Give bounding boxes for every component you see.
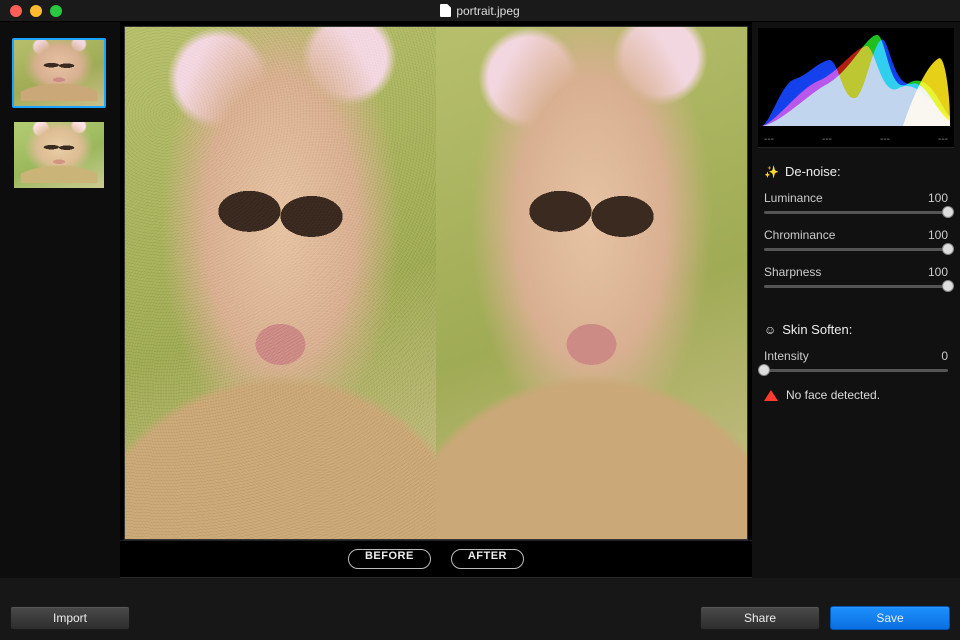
no-face-warning: No face detected. xyxy=(752,382,960,408)
sharpness-slider-row: Sharpness 100 xyxy=(752,261,960,298)
save-button[interactable]: Save xyxy=(830,606,950,630)
wand-icon: ✨ xyxy=(764,165,779,179)
after-button[interactable]: AFTER xyxy=(451,549,524,569)
histogram-tick: --- xyxy=(938,134,948,145)
luminance-value: 100 xyxy=(928,191,948,205)
chrominance-value: 100 xyxy=(928,228,948,242)
preview-area: BEFORE AFTER xyxy=(120,22,752,578)
titlebar: portrait.jpeg xyxy=(0,0,960,22)
histogram-tick: --- xyxy=(880,134,890,145)
intensity-slider[interactable] xyxy=(764,369,948,372)
chrominance-slider[interactable] xyxy=(764,248,948,251)
sharpness-value: 100 xyxy=(928,265,948,279)
import-button[interactable]: Import xyxy=(10,606,130,630)
close-icon[interactable] xyxy=(10,5,22,17)
minimize-icon[interactable] xyxy=(30,5,42,17)
before-button[interactable]: BEFORE xyxy=(348,549,431,569)
file-icon xyxy=(440,4,451,17)
intensity-label: Intensity xyxy=(764,349,809,363)
preview-toolbar: BEFORE AFTER xyxy=(120,540,752,578)
sharpness-label: Sharpness xyxy=(764,265,821,279)
thumbnail-1[interactable] xyxy=(12,38,106,108)
preview-canvas[interactable] xyxy=(124,26,748,540)
window-controls xyxy=(0,5,62,17)
window-title: portrait.jpeg xyxy=(456,4,519,18)
histogram-tick: --- xyxy=(822,134,832,145)
preview-after xyxy=(436,27,747,539)
denoise-section-header: ✨ De-noise: xyxy=(752,154,960,187)
thumbnail-2[interactable] xyxy=(12,120,106,190)
sharpness-slider[interactable] xyxy=(764,285,948,288)
luminance-label: Luminance xyxy=(764,191,823,205)
skin-title: Skin Soften: xyxy=(782,322,852,337)
histogram-graph xyxy=(762,32,950,126)
denoise-title: De-noise: xyxy=(785,164,841,179)
intensity-slider-row: Intensity 0 xyxy=(752,345,960,382)
chrominance-slider-row: Chrominance 100 xyxy=(752,224,960,261)
share-button[interactable]: Share xyxy=(700,606,820,630)
preview-before xyxy=(125,27,436,539)
chrominance-label: Chrominance xyxy=(764,228,835,242)
thumbnail-sidebar xyxy=(0,22,120,578)
intensity-value: 0 xyxy=(941,349,948,363)
warning-icon xyxy=(764,390,778,401)
adjustments-panel: --- --- --- --- ✨ De-noise: Luminance 10… xyxy=(752,22,960,578)
bottom-toolbar: Import Share Save xyxy=(0,578,960,640)
warning-text: No face detected. xyxy=(786,388,880,402)
face-icon: ☺ xyxy=(764,323,776,337)
histogram: --- --- --- --- xyxy=(758,28,954,148)
luminance-slider[interactable] xyxy=(764,211,948,214)
maximize-icon[interactable] xyxy=(50,5,62,17)
histogram-tick: --- xyxy=(764,134,774,145)
luminance-slider-row: Luminance 100 xyxy=(752,187,960,224)
skin-section-header: ☺ Skin Soften: xyxy=(752,312,960,345)
